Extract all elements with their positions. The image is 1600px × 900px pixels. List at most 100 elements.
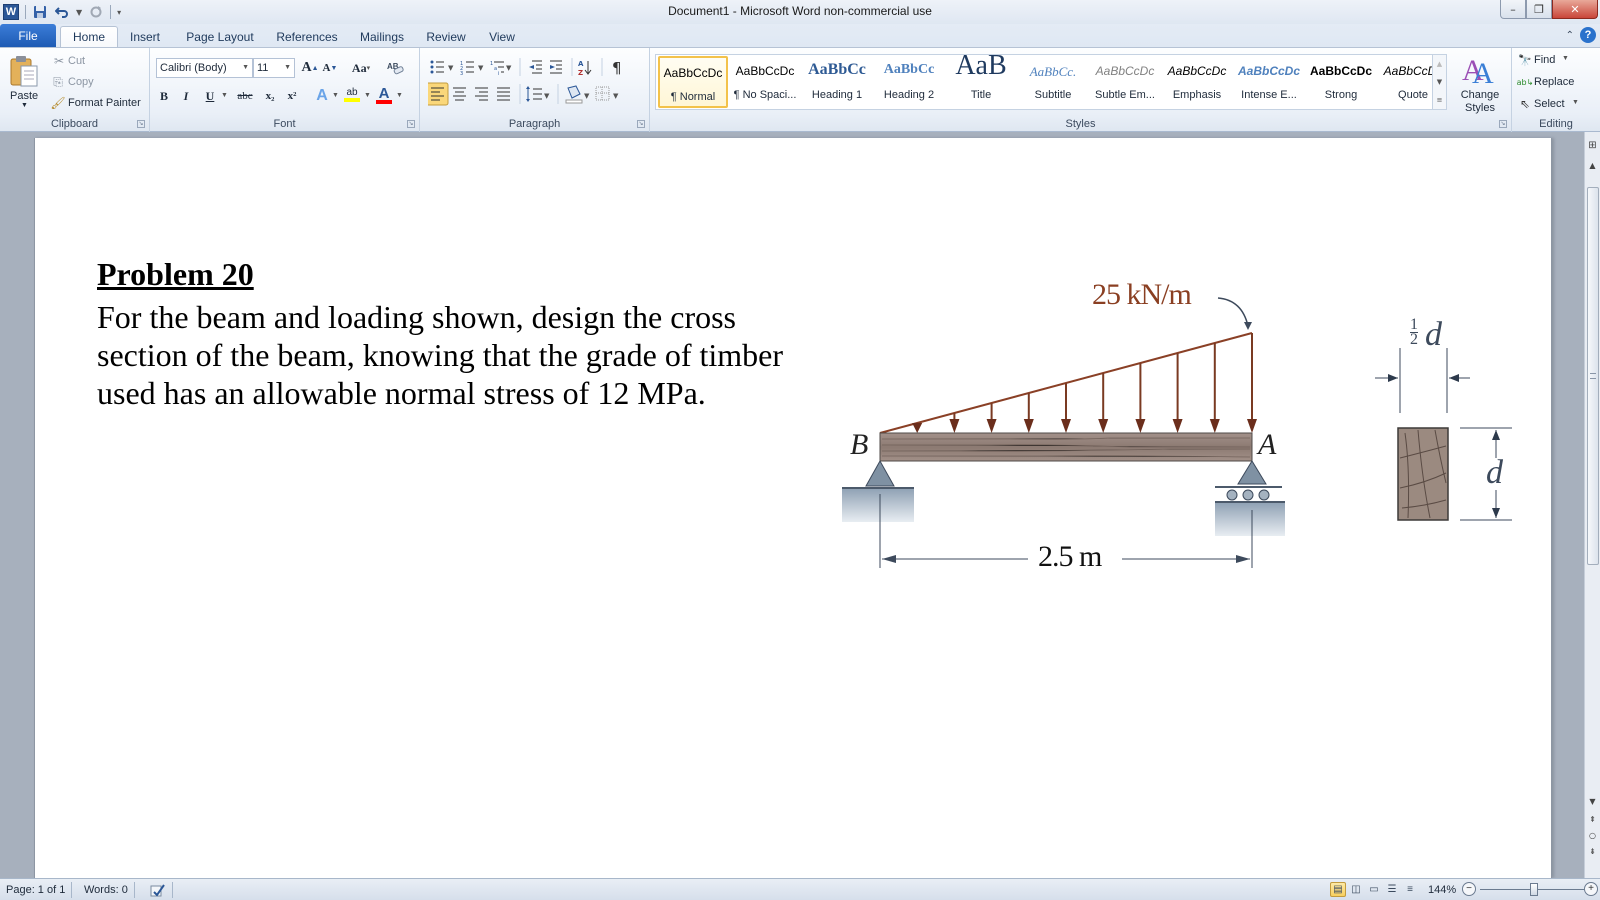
zoom-in-button[interactable]: + [1584, 882, 1598, 896]
highlight-dropdown-icon[interactable]: ▼ [364, 92, 371, 99]
proofing-icon[interactable] [144, 882, 173, 898]
outline-view-button[interactable]: ☰ [1384, 882, 1400, 897]
grow-font-button[interactable]: A ▲ [300, 58, 320, 78]
status-bar: Page: 1 of 1 Words: 0 ▤ ◫ ▭ ☰ ≡ 144% − + [0, 878, 1600, 900]
change-styles-button[interactable]: A A Change Styles [1452, 52, 1508, 114]
style-heading-2[interactable]: AaBbCc Heading 2 [874, 56, 944, 108]
help-icon[interactable]: ? [1580, 27, 1596, 43]
style-normal[interactable]: AaBbCcDc ¶ Normal [658, 56, 728, 108]
style-intense-emphasis[interactable]: AaBbCcDc Intense E... [1234, 56, 1304, 108]
borders-icon [595, 86, 610, 101]
tab-view[interactable]: View [482, 26, 522, 47]
bullets-icon [430, 60, 444, 74]
cut-button[interactable]: Cut [68, 55, 85, 67]
underline-dropdown-icon[interactable]: ▼ [221, 92, 228, 99]
style-name: Heading 2 [883, 89, 935, 101]
paste-icon[interactable] [8, 53, 40, 89]
load-arrow-head [1061, 419, 1071, 433]
styles-launcher-icon[interactable]: ↘ [1499, 120, 1507, 128]
style-subtle-emphasis[interactable]: AaBbCcDc Subtle Em... [1090, 56, 1160, 108]
paste-button[interactable]: Paste [10, 90, 38, 102]
word-count[interactable]: Words: 0 [78, 882, 135, 898]
subscript-button[interactable]: x₂ [260, 86, 280, 106]
scroll-up-icon[interactable]: ▲ [1585, 158, 1600, 172]
paragraph-group-label: Paragraph [508, 118, 561, 130]
font-size-value: 11 [257, 62, 269, 74]
style-strong[interactable]: AaBbCcDc Strong [1306, 56, 1376, 108]
tab-file[interactable]: File [0, 24, 56, 47]
styles-gallery: AaBbCcDc ¶ Normal AaBbCcDc ¶ No Spaci...… [655, 50, 1447, 110]
zoom-slider-thumb[interactable] [1530, 883, 1538, 896]
ruler-toggle-icon[interactable]: ⊞ [1585, 138, 1600, 152]
paragraph-icons: ▼ 123 ▼ 1ai ▼ AZ ¶ ▼ ▼ ▼ [428, 58, 622, 106]
tab-mailings[interactable]: Mailings [354, 26, 410, 47]
load-pointer-head [1244, 322, 1252, 330]
select-dropdown-icon[interactable]: ▼ [1572, 99, 1579, 106]
next-page-icon[interactable]: ⇟ [1585, 844, 1600, 858]
styles-gallery-scroll[interactable]: ▲ ▼ ≡ [1432, 55, 1446, 109]
justify-icon [497, 87, 510, 101]
tab-page-layout[interactable]: Page Layout [180, 26, 260, 47]
increase-indent-icon [550, 60, 562, 74]
fraction-denominator: 2 [1410, 331, 1418, 348]
font-name-value: Calibri (Body) [160, 62, 227, 74]
select-button[interactable]: Select [1534, 98, 1565, 110]
font-name-select[interactable]: Calibri (Body) ▼ [156, 58, 253, 78]
zoom-level[interactable]: 144% [1422, 882, 1462, 898]
tab-home[interactable]: Home [60, 26, 118, 47]
strikethrough-button[interactable]: abc [232, 86, 258, 106]
bold-button[interactable]: B [154, 86, 174, 106]
shrink-font-button[interactable]: A ▼ [320, 58, 340, 78]
style-subtitle[interactable]: AaBbCc. Subtitle [1018, 56, 1088, 108]
replace-button[interactable]: Replace [1534, 76, 1574, 88]
style-name: Intense E... [1241, 89, 1297, 101]
svg-text:▼: ▼ [544, 92, 550, 100]
text-effects-button[interactable]: A [312, 86, 332, 106]
gallery-more-icon[interactable]: ≡ [1437, 96, 1443, 104]
style-heading-1[interactable]: AaBbCc Heading 1 [802, 56, 872, 108]
find-button[interactable]: Find [1534, 54, 1555, 66]
tab-references[interactable]: References [272, 26, 342, 47]
gallery-up-icon[interactable]: ▲ [1437, 60, 1442, 68]
paste-dropdown-icon[interactable]: ▼ [21, 102, 28, 109]
style-emphasis[interactable]: AaBbCcDc Emphasis [1162, 56, 1232, 108]
superscript-button[interactable]: x² [282, 86, 302, 106]
text-effects-dropdown-icon[interactable]: ▼ [332, 92, 339, 99]
paragraph-launcher-icon[interactable]: ↘ [637, 120, 645, 128]
close-button[interactable]: ✕ [1552, 0, 1598, 19]
italic-button[interactable]: I [176, 86, 196, 106]
document-page[interactable]: Problem 20 For the beam and loading show… [34, 138, 1552, 878]
restore-button[interactable]: ❐ [1526, 0, 1552, 19]
find-dropdown-icon[interactable]: ▼ [1562, 55, 1569, 62]
page-count[interactable]: Page: 1 of 1 [0, 882, 73, 898]
scroll-down-icon[interactable]: ▼ [1585, 794, 1600, 808]
vertical-scrollbar[interactable]: ⊞ ▲ ▼ ⇞ ○ ⇟ [1584, 132, 1600, 878]
clear-formatting-button[interactable]: AB [386, 58, 406, 78]
previous-page-icon[interactable]: ⇞ [1585, 812, 1600, 826]
underline-button[interactable]: U [200, 86, 220, 106]
tab-review[interactable]: Review [422, 26, 470, 47]
change-case-button[interactable]: Aa ▾ [348, 58, 374, 78]
font-color-dropdown-icon[interactable]: ▼ [396, 92, 403, 99]
minimize-button[interactable]: – [1500, 0, 1526, 19]
clipboard-launcher-icon[interactable]: ↘ [137, 120, 145, 128]
web-layout-view-button[interactable]: ▭ [1366, 882, 1382, 897]
zoom-out-button[interactable]: − [1462, 882, 1476, 896]
select-browse-object-icon[interactable]: ○ [1585, 828, 1600, 842]
style-title[interactable]: AaB Title [946, 50, 1016, 108]
scroll-thumb[interactable] [1587, 187, 1599, 565]
minimize-ribbon-icon[interactable]: ⌃ [1566, 30, 1574, 41]
draft-view-button[interactable]: ≡ [1402, 882, 1418, 897]
tab-insert[interactable]: Insert [122, 26, 168, 47]
copy-button[interactable]: Copy [68, 76, 94, 88]
gallery-down-icon[interactable]: ▼ [1437, 78, 1442, 86]
style-no-spacing[interactable]: AaBbCcDc ¶ No Spaci... [730, 56, 800, 108]
full-screen-reading-view-button[interactable]: ◫ [1348, 882, 1364, 897]
print-layout-view-button[interactable]: ▤ [1330, 882, 1346, 897]
font-size-select[interactable]: 11 ▼ [253, 58, 295, 78]
ribbon-tabs: File Home Insert Page Layout References … [0, 24, 1600, 47]
font-color-button[interactable]: A [374, 84, 394, 104]
highlight-button[interactable]: ab [342, 84, 362, 104]
format-painter-button[interactable]: Format Painter [68, 97, 141, 109]
font-launcher-icon[interactable]: ↘ [407, 120, 415, 128]
